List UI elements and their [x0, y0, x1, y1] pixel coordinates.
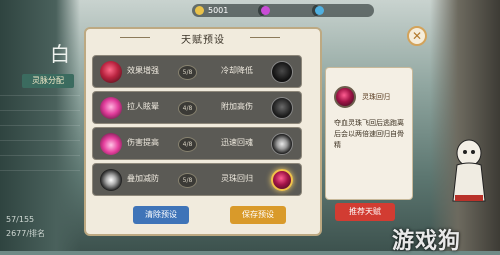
- side-rank: 2677/排名: [6, 229, 46, 238]
- talent-level: 4/8: [178, 137, 197, 152]
- gem-icon: [261, 6, 270, 15]
- orb-return-icon[interactable]: [271, 169, 293, 191]
- side-stat: 57/155: [6, 215, 35, 224]
- resource-value: 5001: [208, 6, 229, 15]
- talent-row: 效果增强 5/8 冷却降低: [92, 55, 302, 88]
- save-preset-button[interactable]: 保存预设: [230, 206, 286, 224]
- talent-row: 叠加减防 5/8 灵珠回归: [92, 163, 302, 196]
- energy-icon: [315, 6, 324, 15]
- top-resource-bar: 5001: [0, 0, 500, 20]
- talent-option-right[interactable]: 冷却降低: [221, 65, 253, 76]
- side-divider: [0, 155, 80, 156]
- resource-counter-2[interactable]: [258, 4, 320, 17]
- revive-icon[interactable]: [271, 133, 293, 155]
- skull-damage-icon[interactable]: [271, 97, 293, 119]
- talent-option-left[interactable]: 伤害提高: [127, 137, 159, 148]
- damage-up-icon[interactable]: [100, 133, 122, 155]
- side-divider: [0, 110, 80, 111]
- close-icon[interactable]: ✕: [407, 26, 427, 46]
- side-divider: [0, 95, 80, 96]
- coin-icon: [195, 6, 204, 15]
- resource-counter[interactable]: 5001: [192, 4, 266, 17]
- side-divider: [0, 140, 80, 141]
- right-scene-shade: [430, 0, 500, 251]
- talent-row: 伤害提高 4/8 迅速回魂: [92, 127, 302, 160]
- side-divider: [0, 125, 80, 126]
- effect-boost-icon[interactable]: [100, 61, 122, 83]
- talent-name: 灵珠回归: [362, 93, 390, 101]
- talent-description: 夺血灵珠飞回后逃跑离后会以两倍速回归自骨精: [334, 119, 404, 149]
- side-big-character: 白: [50, 42, 70, 66]
- recommend-talent-button[interactable]: 推荐天赋: [335, 203, 395, 221]
- pull-stun-icon[interactable]: [100, 97, 122, 119]
- panel-title: 天赋预设: [181, 35, 225, 46]
- talent-option-left[interactable]: 效果增强: [127, 65, 159, 76]
- talent-option-left[interactable]: 叠加减防: [127, 173, 159, 184]
- side-divider: [0, 170, 80, 171]
- talent-level: 5/8: [178, 173, 197, 188]
- clear-preset-button[interactable]: 清除预设: [133, 206, 189, 224]
- watermark-logo: 游戏狗: [392, 229, 462, 254]
- character-sprite: [452, 139, 486, 202]
- talent-level: 5/8: [178, 65, 197, 80]
- talent-level: 4/8: [178, 101, 197, 116]
- resource-counter-3[interactable]: [312, 4, 374, 17]
- talent-option-left[interactable]: 拉人眩晕: [127, 101, 159, 112]
- talent-option-right[interactable]: 灵珠回归: [221, 173, 253, 184]
- cooldown-icon[interactable]: [271, 61, 293, 83]
- talent-option-right[interactable]: 附加高伤: [221, 101, 253, 112]
- orb-return-icon: [334, 86, 356, 108]
- side-header[interactable]: 灵脉分配: [22, 74, 74, 88]
- armor-break-icon[interactable]: [100, 169, 122, 191]
- talent-option-right[interactable]: 迅速回魂: [221, 137, 253, 148]
- talent-row: 拉人眩晕 4/8 附加高伤: [92, 91, 302, 124]
